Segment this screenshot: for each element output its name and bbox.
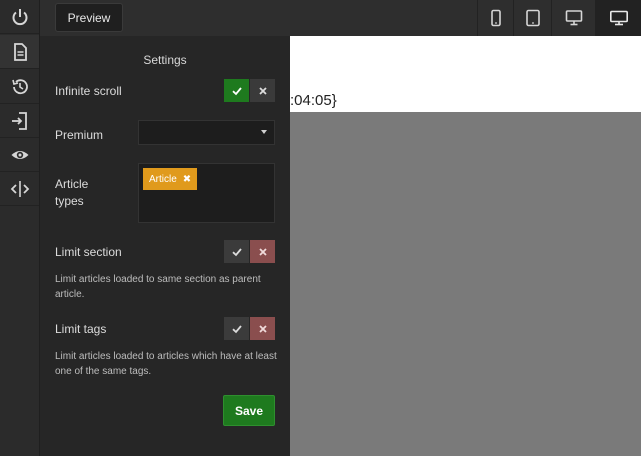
limit-tags-description: Limit articles loaded to articles which …	[55, 351, 277, 377]
article-tag-label: Article	[149, 173, 177, 185]
device-mobile-button[interactable]	[477, 0, 513, 36]
widescreen-icon	[609, 10, 628, 26]
limit-section-on-button[interactable]	[224, 240, 249, 263]
document-icon	[13, 42, 27, 61]
import-button[interactable]	[0, 104, 39, 138]
article-types-label: Article types	[55, 176, 88, 210]
power-icon	[12, 8, 27, 25]
preview-eye-button[interactable]	[0, 138, 39, 172]
article-tag[interactable]: Article ✖	[143, 168, 198, 190]
limit-section-description: Limit articles loaded to same section as…	[55, 274, 261, 300]
premium-select[interactable]	[138, 120, 275, 145]
limit-tags-label: Limit tags	[55, 322, 107, 336]
mobile-icon	[490, 9, 501, 27]
import-icon	[11, 111, 27, 130]
top-toolbar: Preview	[40, 0, 641, 36]
limit-tags-toggle	[224, 317, 275, 340]
infinite-scroll-off-button[interactable]	[250, 79, 275, 102]
left-rail	[0, 0, 40, 456]
limit-tags-off-button[interactable]	[250, 317, 275, 340]
article-types-input[interactable]: Article ✖	[138, 163, 275, 223]
close-icon	[258, 247, 267, 256]
article-types-label-line1: Article	[55, 177, 89, 191]
limit-section-off-button[interactable]	[250, 240, 275, 263]
tablet-icon	[525, 9, 540, 27]
device-desktop-button[interactable]	[551, 0, 595, 36]
preview-canvas: :04:05}	[290, 36, 641, 112]
premium-label: Premium	[55, 128, 104, 142]
close-icon	[258, 86, 267, 95]
settings-panel: Settings Infinite scroll Premium Article…	[40, 36, 290, 456]
device-widescreen-button[interactable]	[595, 0, 641, 36]
limit-section-label: Limit section	[55, 245, 122, 259]
chevron-down-icon	[261, 130, 267, 134]
article-types-label-line2: types	[55, 194, 84, 208]
close-icon	[258, 324, 267, 333]
eye-icon	[11, 150, 28, 159]
document-button[interactable]	[0, 35, 39, 69]
save-button[interactable]: Save	[223, 395, 275, 426]
check-icon	[231, 247, 242, 256]
infinite-scroll-on-button[interactable]	[224, 79, 249, 102]
check-icon	[231, 86, 242, 95]
history-button[interactable]	[0, 70, 39, 104]
infinite-scroll-label: Infinite scroll	[55, 84, 122, 98]
desktop-icon	[565, 10, 582, 26]
canvas-text: :04:05}	[290, 92, 337, 109]
power-button[interactable]	[0, 0, 39, 34]
code-split-icon	[10, 180, 29, 197]
panel-title: Settings	[143, 53, 187, 67]
remove-tag-icon[interactable]: ✖	[183, 174, 191, 185]
check-icon	[231, 324, 242, 333]
code-split-button[interactable]	[0, 172, 39, 206]
device-tablet-button[interactable]	[513, 0, 551, 36]
infinite-scroll-toggle	[224, 79, 275, 102]
preview-button[interactable]: Preview	[55, 3, 123, 32]
history-icon	[11, 78, 28, 94]
canvas-background	[290, 112, 641, 456]
limit-section-toggle	[224, 240, 275, 263]
limit-tags-on-button[interactable]	[224, 317, 249, 340]
